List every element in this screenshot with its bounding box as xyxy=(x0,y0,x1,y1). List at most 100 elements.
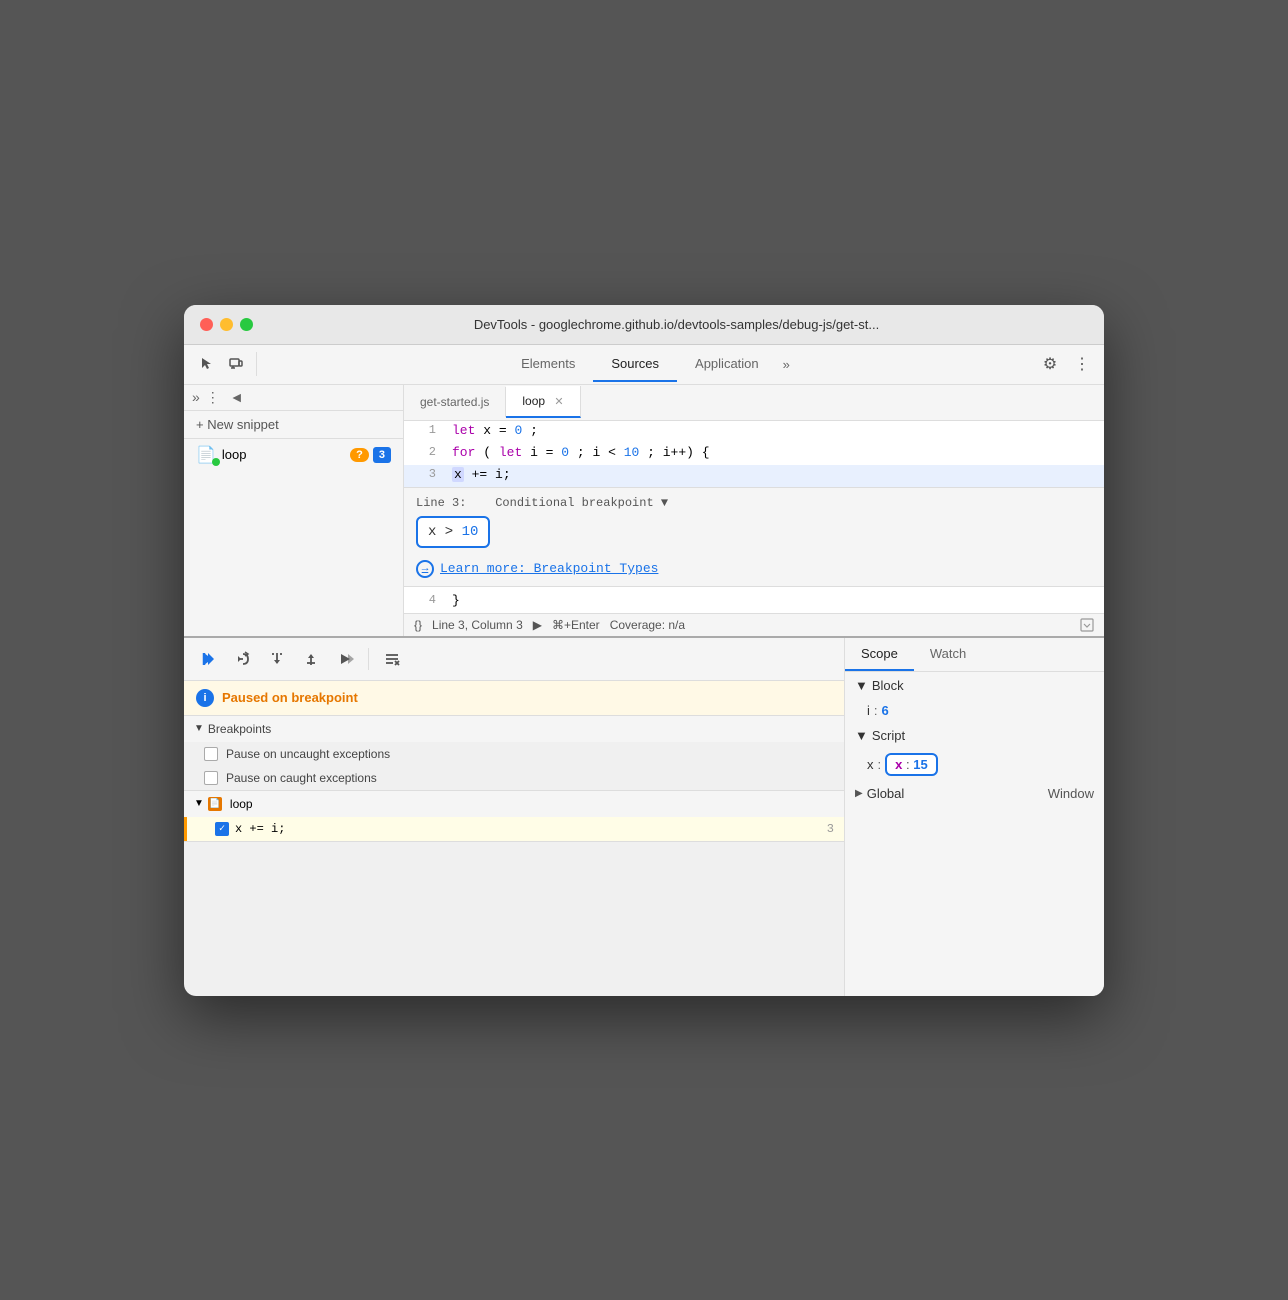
device-icon[interactable] xyxy=(222,350,250,378)
debug-panel: i Paused on breakpoint ▼ Breakpoints Pau… xyxy=(184,638,844,996)
settings-icon[interactable]: ⚙ xyxy=(1036,350,1064,378)
line-num-1: 1 xyxy=(404,421,444,439)
pause-caught-checkbox[interactable] xyxy=(204,771,218,785)
step-button[interactable] xyxy=(330,644,360,674)
pause-uncaught-label: Pause on uncaught exceptions xyxy=(226,747,390,761)
tab-elements[interactable]: Elements xyxy=(503,347,593,382)
bp-expression-input[interactable]: x > 10 xyxy=(416,516,490,548)
file-tab-loop[interactable]: loop ✕ xyxy=(506,386,580,418)
scope-panel: Scope Watch ▼ Block i : 6 ▼ Script x : xyxy=(844,638,1104,996)
file-tab-close-icon[interactable]: ✕ xyxy=(554,396,563,408)
run-icon[interactable]: ▶ xyxy=(533,618,542,632)
devtools-window: DevTools - googlechrome.github.io/devtoo… xyxy=(184,305,1104,996)
line-num-4: 4 xyxy=(404,591,444,609)
more-options-icon[interactable]: ⋮ xyxy=(1068,350,1096,378)
tab-scope[interactable]: Scope xyxy=(845,638,914,671)
code-text: ; xyxy=(530,423,538,438)
tab-application[interactable]: Application xyxy=(677,347,777,382)
code-editor[interactable]: 1 let x = 0 ; 2 for ( let i = xyxy=(404,421,1104,613)
paused-banner: i Paused on breakpoint xyxy=(184,681,844,716)
pause-uncaught-checkbox[interactable] xyxy=(204,747,218,761)
scope-key-x: x xyxy=(867,757,874,772)
more-tabs-button[interactable]: » xyxy=(777,353,796,376)
deactivate-button[interactable] xyxy=(377,644,407,674)
pause-uncaught-item: Pause on uncaught exceptions xyxy=(184,742,844,766)
code-line-3: 3 x += i; xyxy=(404,465,1104,487)
sidebar-more-btn[interactable]: » xyxy=(192,389,200,405)
script-section-header[interactable]: ▼ Script xyxy=(845,722,1104,749)
code-num-0: 0 xyxy=(514,423,522,438)
bp-expression: x += i; xyxy=(235,822,285,836)
line-content-1: let x = 0 ; xyxy=(444,421,1104,440)
toolbar-right: ⚙ ⋮ xyxy=(1036,350,1096,378)
bp-line-item[interactable]: ✓ x += i; 3 xyxy=(184,817,844,841)
bp-header: Line 3: Conditional breakpoint ▼ xyxy=(416,496,1092,510)
breakpoints-arrow-icon: ▼ xyxy=(194,723,204,734)
new-snippet-label: + New snippet xyxy=(196,417,279,432)
tab-divider xyxy=(256,352,257,376)
breakpoint-question-badge: ? xyxy=(350,448,369,462)
coverage-status: Coverage: n/a xyxy=(610,618,685,632)
code-area: get-started.js loop ✕ 1 let x = 0 ; xyxy=(404,385,1104,636)
bp-type-label: Conditional breakpoint ▼ xyxy=(495,496,668,510)
maximize-button[interactable] xyxy=(240,318,253,331)
block-label: Block xyxy=(872,678,904,693)
code-text: ( xyxy=(483,445,491,460)
scope-val-x-highlight: x : 15 xyxy=(885,753,938,776)
global-label: Global xyxy=(867,786,1044,801)
global-value: Window xyxy=(1048,786,1094,801)
scope-val-i: 6 xyxy=(882,703,889,718)
global-arrow-icon: ▶ xyxy=(855,788,863,799)
loop-header[interactable]: ▼ 📄 loop xyxy=(184,791,844,817)
minimize-button[interactable] xyxy=(220,318,233,331)
bp-line-num: 3 xyxy=(827,822,834,836)
paused-text: Paused on breakpoint xyxy=(222,690,358,705)
block-arrow-icon: ▼ xyxy=(855,678,868,693)
line-content-2: for ( let i = 0 ; i < 10 ; i++) { xyxy=(444,443,1104,462)
scope-val-x: x xyxy=(895,757,902,772)
resume-button[interactable] xyxy=(194,644,224,674)
snippet-loop-item[interactable]: 📄 loop ? 3 xyxy=(184,439,403,471)
kw-let: let xyxy=(452,423,475,438)
global-item[interactable]: ▶ Global Window xyxy=(845,780,1104,807)
line-content-3: x += i; xyxy=(444,465,1104,484)
kw-for: for xyxy=(452,445,475,460)
close-button[interactable] xyxy=(200,318,213,331)
step-over-button[interactable] xyxy=(228,644,258,674)
kw-let2: let xyxy=(499,445,522,460)
scope-tabs: Scope Watch xyxy=(845,638,1104,672)
step-out-button[interactable] xyxy=(296,644,326,674)
cursor-position: Line 3, Column 3 xyxy=(432,618,523,632)
breakpoints-label: Breakpoints xyxy=(208,722,271,736)
main-area: » ⋮ ◄ + New snippet 📄 loop ? 3 get-start… xyxy=(184,385,1104,636)
sidebar-menu-btn[interactable]: ⋮ xyxy=(206,389,220,406)
tab-sources[interactable]: Sources xyxy=(593,347,677,382)
sidebar-toolbar: » ⋮ ◄ xyxy=(184,385,403,411)
breakpoint-popup: Line 3: Conditional breakpoint ▼ x > 10 … xyxy=(404,487,1104,587)
green-dot-icon xyxy=(212,458,220,466)
sidebar-nav-btn[interactable]: ◄ xyxy=(230,389,244,405)
line-content-4: } xyxy=(444,591,1104,610)
code-text: ; i++) { xyxy=(647,445,709,460)
top-tabs: Elements Sources Application » xyxy=(263,347,1036,382)
debug-toolbar xyxy=(184,638,844,681)
learn-more-link[interactable]: → Learn more: Breakpoint Types xyxy=(416,560,1092,578)
code-num-10: 10 xyxy=(624,445,640,460)
file-tab-get-started[interactable]: get-started.js xyxy=(404,387,506,417)
block-section-header[interactable]: ▼ Block xyxy=(845,672,1104,699)
step-into-button[interactable] xyxy=(262,644,292,674)
line-num-3: 3 xyxy=(404,465,444,483)
bottom-area: i Paused on breakpoint ▼ Breakpoints Pau… xyxy=(184,636,1104,996)
code-text: i = xyxy=(530,445,561,460)
tab-watch[interactable]: Watch xyxy=(914,638,982,671)
cursor-icon[interactable] xyxy=(192,350,220,378)
code-line-1: 1 let x = 0 ; xyxy=(404,421,1104,443)
format-icon[interactable]: {} xyxy=(414,618,422,632)
bp-expression-num: 10 xyxy=(462,524,479,540)
dropdown-icon[interactable] xyxy=(1080,618,1094,632)
breakpoints-header[interactable]: ▼ Breakpoints xyxy=(184,716,844,742)
script-label: Script xyxy=(872,728,905,743)
toolbar-icons xyxy=(192,350,250,378)
code-text: ; i < xyxy=(577,445,624,460)
new-snippet-button[interactable]: + New snippet xyxy=(184,411,403,439)
